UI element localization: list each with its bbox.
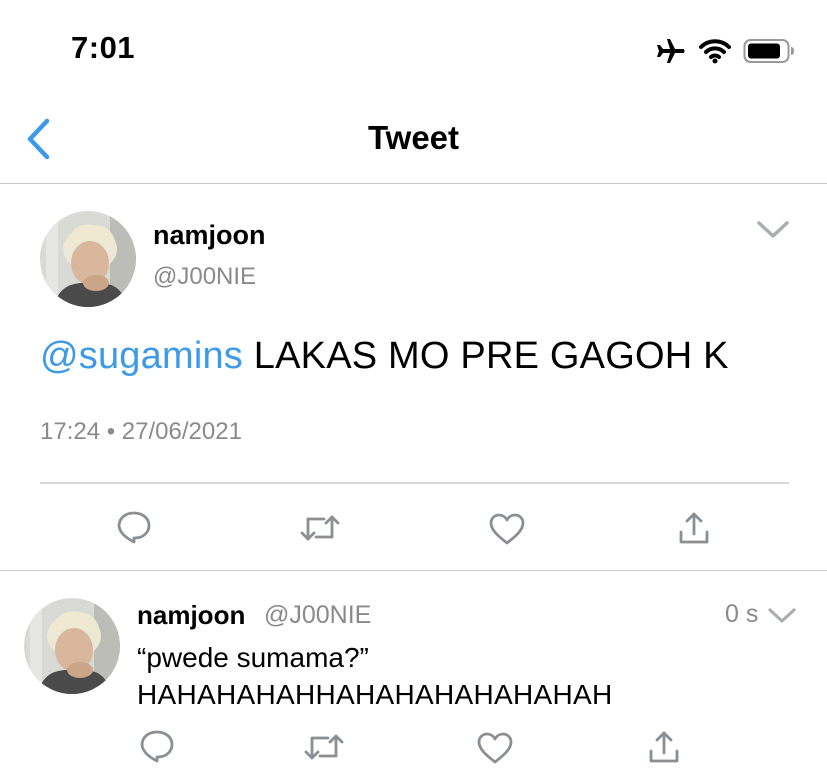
retweet-icon[interactable] xyxy=(299,513,341,543)
wifi-icon xyxy=(699,38,731,64)
reply-time-ago: 0 s xyxy=(725,600,759,628)
nav-bar: Tweet xyxy=(0,95,827,184)
reply-tweet[interactable]: namjoon @J00NIE 0 s “pwede sumama?” HAHA… xyxy=(0,572,827,773)
page-title: Tweet xyxy=(367,119,460,156)
tweet-body: LAKAS MO PRE GAGOH K xyxy=(253,335,729,377)
reply-icon[interactable] xyxy=(116,510,152,544)
status-time: 7:01 xyxy=(71,30,136,65)
reply-user-handle[interactable]: @J00NIE xyxy=(264,601,371,630)
battery-icon xyxy=(743,38,795,64)
reply-icon[interactable] xyxy=(139,729,175,763)
user-handle[interactable]: @J00NIE xyxy=(153,263,256,291)
mention-link[interactable]: @sugamins xyxy=(40,335,243,377)
share-icon[interactable] xyxy=(647,729,681,765)
retweet-icon[interactable] xyxy=(303,732,345,762)
divider xyxy=(40,482,789,484)
reply-text-line: “pwede sumama?” xyxy=(137,642,369,673)
status-bar: 7:01 xyxy=(0,0,827,90)
reply-display-name[interactable]: namjoon xyxy=(137,600,245,631)
avatar[interactable] xyxy=(24,598,120,694)
main-tweet: namjoon @J00NIE @sugamins LAKAS MO PRE G… xyxy=(0,185,827,571)
like-icon[interactable] xyxy=(476,731,514,765)
tweet-text: @sugamins LAKAS MO PRE GAGOH K xyxy=(40,335,729,378)
display-name[interactable]: namjoon xyxy=(153,220,266,251)
airplane-icon xyxy=(655,37,685,65)
chevron-down-icon xyxy=(768,608,796,623)
chevron-down-icon xyxy=(757,221,789,238)
tweet-timestamp: 17:24 • 27/06/2021 xyxy=(40,418,242,445)
tweet-options-button[interactable] xyxy=(756,219,790,241)
reply-options-button[interactable] xyxy=(767,606,797,626)
like-icon[interactable] xyxy=(488,512,526,546)
avatar[interactable] xyxy=(40,211,136,307)
status-icons xyxy=(655,36,795,66)
tweet-detail-screen: 7:01 Tweet namjoon @J00NIE @sugamins LAK… xyxy=(0,0,827,773)
share-icon[interactable] xyxy=(677,510,711,546)
reply-text-line: HAHAHAHAHHAHAHAHAHAHAHAH xyxy=(137,679,613,710)
